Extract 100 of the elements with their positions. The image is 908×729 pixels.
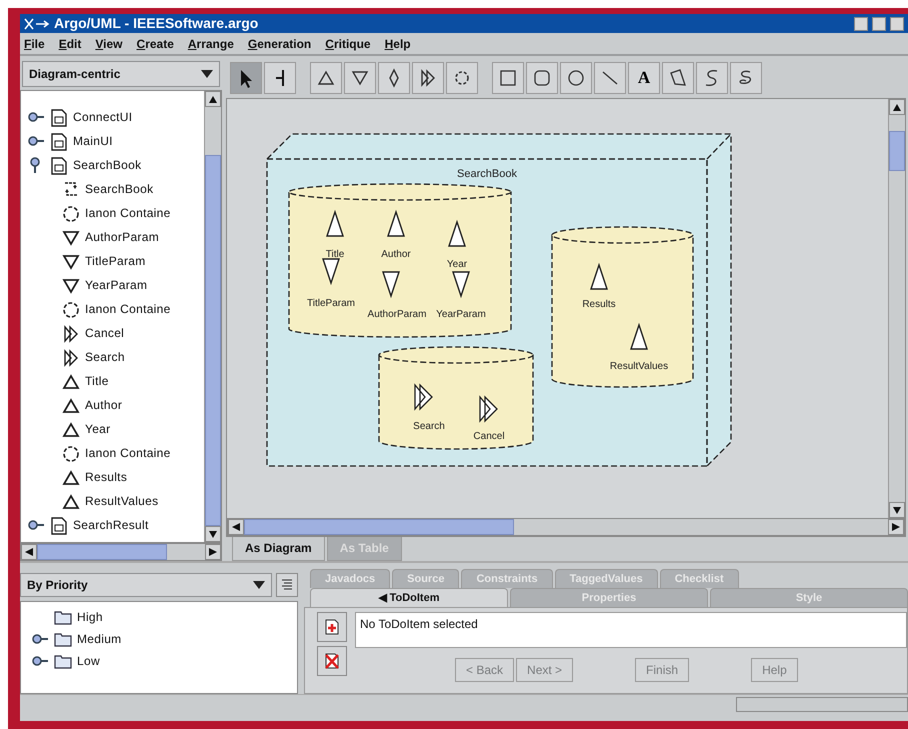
text-tool-button[interactable]: A [628,62,660,94]
close-button[interactable] [890,16,904,30]
node-label: AuthorParam [368,309,426,320]
tree-item[interactable]: ConnectUI [73,108,132,126]
resolve-todo-button[interactable] [317,646,347,676]
left-arrow-icon [232,523,240,531]
dashed-circle-icon [61,203,81,223]
tree-item[interactable]: Ianon Containe [85,300,171,318]
tool-button[interactable] [412,62,444,94]
tree-layout-button[interactable] [276,573,298,597]
list-icon [281,578,293,592]
tool-button[interactable] [310,62,342,94]
dashed-circle-icon [61,299,81,319]
scrollbar[interactable] [227,518,905,536]
up-arrow-icon [209,96,217,102]
tool-button[interactable] [526,62,558,94]
tree-item[interactable]: AuthorParam [85,228,159,246]
menu-item[interactable]: Critique [325,34,371,52]
detail-tab[interactable]: ◀ ToDoItem [310,588,508,607]
caret-icon [253,581,265,589]
edge-icon [276,70,284,86]
add-document-icon [323,618,341,636]
tree-item[interactable]: High [77,608,103,626]
double-arrow-icon[interactable] [414,383,433,411]
down-arrow-icon [209,530,217,538]
triangle-icon[interactable] [590,262,608,290]
package-title: SearchBook [457,168,517,180]
tree-item[interactable]: Title [85,372,109,390]
maximize-button[interactable] [872,16,886,30]
down-triangle-icon[interactable] [452,271,470,298]
node-label: Author [381,249,411,260]
component-node[interactable] [288,183,512,338]
node-label: Year [446,259,468,270]
tree-item[interactable]: Year [85,420,110,438]
todo-description-field[interactable]: No ToDoItem selected [355,612,907,648]
triangle-icon[interactable] [630,322,648,350]
tree-item[interactable]: Low [77,652,100,670]
component-node[interactable] [551,226,694,388]
caret-icon [201,70,213,78]
tree-item[interactable]: YearParam [85,276,148,294]
tree-item[interactable]: Results [85,468,128,486]
tool-button[interactable] [446,62,478,94]
node-label: YearParam [436,309,486,320]
delete-document-icon [323,652,341,670]
tree-item[interactable]: TitleParam [85,252,146,270]
tree-item[interactable]: Author [85,396,122,414]
scroll-thumb[interactable] [205,155,221,526]
dashed-circle-icon [61,443,81,463]
tool-button[interactable] [230,62,262,94]
up-arrow-icon [893,104,901,110]
perspective-dropdown[interactable]: Diagram-centric [22,61,220,87]
scrollbar[interactable] [204,91,221,542]
menu-item[interactable]: View [95,34,123,52]
triangle-icon[interactable] [326,210,344,237]
tool-button[interactable] [696,62,728,94]
component-node[interactable] [378,346,534,450]
tool-button[interactable] [662,62,694,94]
node-label: Results [582,299,616,310]
menu-item[interactable]: Generation [248,34,312,52]
tree-item[interactable]: Medium [77,630,122,648]
triangle-icon[interactable] [448,220,466,247]
ordering-dropdown[interactable]: By Priority [20,573,272,597]
tree-item[interactable]: Ianon Containe [85,444,171,462]
view-tab[interactable]: As Diagram [232,537,325,561]
scroll-thumb[interactable] [244,519,514,535]
tool-button[interactable] [730,62,762,94]
tree-item[interactable]: Search [85,348,125,366]
down-triangle-icon[interactable] [382,271,400,298]
menu-item[interactable]: Edit [58,34,82,52]
node-label: Search [413,421,445,432]
tool-button[interactable] [560,62,592,94]
tree-item[interactable]: SearchResult [73,516,149,534]
scrollbar[interactable] [20,543,222,561]
tree-item[interactable]: SearchBook [85,180,154,198]
down-arrow-icon [893,506,901,514]
tree-item[interactable]: Cancel [85,324,124,342]
window-title: Argo/UML - IEEESoftware.argo [54,14,258,33]
menu-item[interactable]: Arrange [188,34,234,52]
tree-item[interactable]: Ianon Containe [85,204,171,222]
tool-button[interactable] [378,62,410,94]
document-icon [49,131,69,151]
scroll-thumb[interactable] [889,131,905,171]
scrollbar[interactable] [888,99,905,518]
minimize-button[interactable] [854,16,868,30]
diagram-canvas[interactable]: SearchBook Title Author Year TitleParam AuthorParam YearParam Results ResultValues Search Cancel [227,99,888,518]
menu-item[interactable]: File [24,34,45,52]
tree-item[interactable]: SearchBook [73,156,142,174]
tool-button[interactable] [492,62,524,94]
tree-item[interactable]: ResultValues [85,492,158,510]
tree-item[interactable]: MainUI [73,132,113,150]
menu-item[interactable]: Help [384,34,411,52]
document-icon [49,107,69,127]
triangle-icon[interactable] [387,210,405,237]
scroll-thumb[interactable] [37,544,167,560]
tool-button[interactable] [344,62,376,94]
tool-button[interactable] [264,62,296,94]
down-triangle-icon[interactable] [322,258,340,286]
double-arrow-icon[interactable] [479,395,498,423]
menu-item[interactable]: Create [136,34,174,52]
new-todo-button[interactable] [317,612,347,642]
